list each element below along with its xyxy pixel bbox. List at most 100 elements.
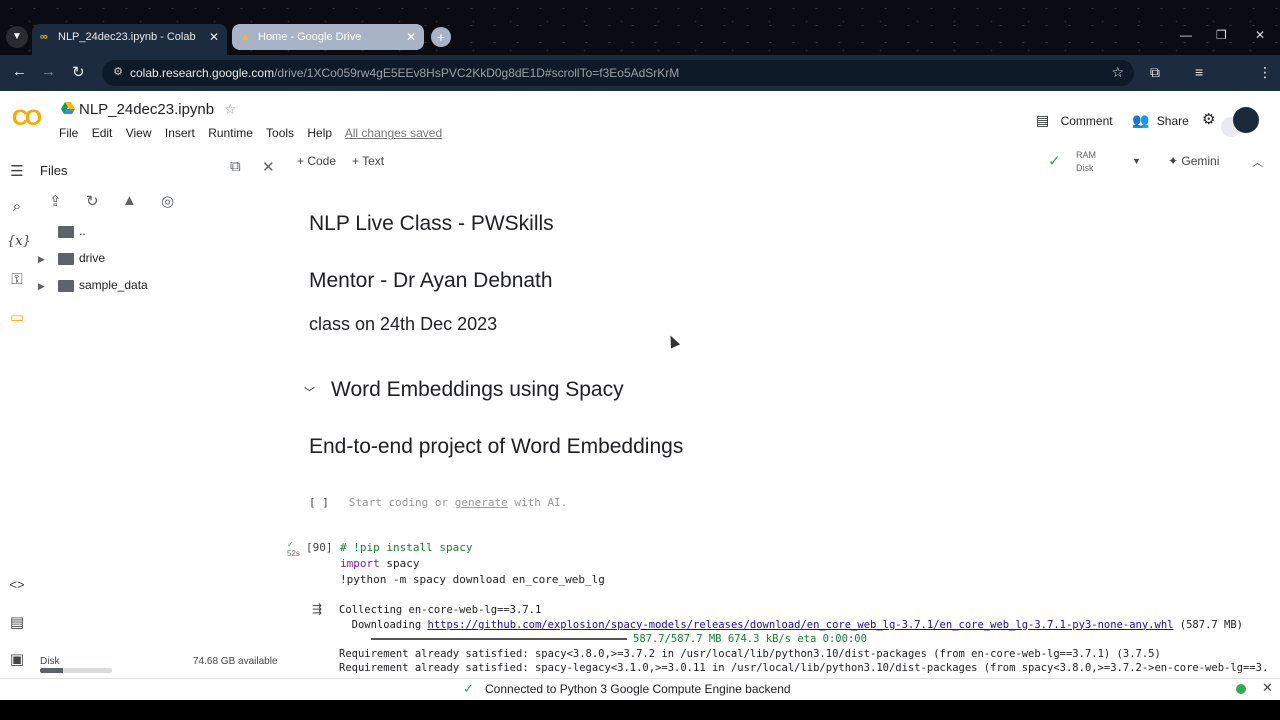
- folder-icon: [58, 279, 74, 292]
- mount-drive-icon[interactable]: ▲: [122, 192, 137, 209]
- menu-runtime[interactable]: Runtime: [208, 126, 253, 140]
- code-keyword: import: [340, 557, 380, 570]
- output-line: Requirement already satisfied: spacy<3.8…: [339, 647, 1161, 660]
- settings-gear-icon[interactable]: ⚙: [1202, 110, 1215, 128]
- comment-button[interactable]: ▤ Comment: [1036, 112, 1113, 129]
- close-status-icon[interactable]: ✕: [1262, 680, 1273, 696]
- comment-icon: ▤: [1036, 112, 1050, 128]
- cell-placeholder-prefix: Start coding or: [348, 496, 455, 509]
- gemini-label: Gemini: [1181, 154, 1220, 168]
- google-drive-icon: [61, 102, 75, 114]
- share-label: Share: [1156, 114, 1189, 128]
- extensions-icon[interactable]: ⧉: [1150, 64, 1160, 81]
- download-link[interactable]: https://github.com/explosion/spacy-model…: [428, 619, 1174, 631]
- screen: ▼ ∞ NLP_24dec23.ipynb - Colab ✕ ▲ Home -…: [0, 0, 1280, 720]
- exec-time: 52s: [287, 549, 300, 558]
- share-button[interactable]: 👥 Share: [1132, 112, 1189, 129]
- output-line: (587.7 MB): [1173, 618, 1244, 631]
- runtime-dropdown-icon[interactable]: ▼: [1132, 156, 1141, 166]
- browser-toolbar: ← → ↻ ⚙ colab.research.google.com/drive/…: [0, 55, 1280, 137]
- bookmark-star-icon[interactable]: ☆: [1111, 64, 1124, 81]
- terminal-icon[interactable]: ▣: [7, 650, 27, 670]
- execution-count[interactable]: [90]: [306, 541, 333, 554]
- section-collapse-chevron-icon[interactable]: ﹀: [304, 384, 315, 400]
- minimize-icon[interactable]: —: [1180, 28, 1192, 42]
- site-info-icon[interactable]: ⚙: [110, 65, 126, 81]
- menu-view[interactable]: View: [126, 126, 152, 140]
- command-palette-icon[interactable]: ▤: [7, 613, 27, 633]
- heading-class-title: NLP Live Class - PWSkills: [309, 212, 554, 235]
- status-text: Connected to Python 3 Google Compute Eng…: [485, 682, 791, 696]
- menu-edit[interactable]: Edit: [92, 126, 113, 140]
- close-tab-icon[interactable]: ✕: [406, 24, 416, 50]
- screen-bottom-border: [0, 700, 1280, 720]
- refresh-icon[interactable]: ↻: [86, 192, 99, 210]
- file-item-sample-data[interactable]: ▶ sample_data: [38, 278, 148, 292]
- status-check-icon: ✓: [463, 681, 474, 696]
- expand-arrow-icon[interactable]: ▶: [38, 254, 58, 265]
- table-of-contents-icon[interactable]: ☰: [7, 162, 27, 182]
- new-tab-button[interactable]: +: [431, 27, 451, 47]
- star-notebook-icon[interactable]: ☆: [224, 101, 237, 118]
- file-item-parent[interactable]: ..: [58, 224, 86, 238]
- expand-arrow-icon[interactable]: ▶: [38, 281, 58, 292]
- cell-output: Collecting en-core-web-lg==3.7.1 Downloa…: [339, 603, 1269, 676]
- heading-project: End-to-end project of Word Embeddings: [309, 435, 684, 458]
- code-text: !python -m spacy download en_core_web_lg: [340, 573, 605, 586]
- code-snippets-icon[interactable]: <>: [7, 577, 27, 597]
- colab-tab-icon: ∞: [40, 31, 48, 43]
- close-tab-icon[interactable]: ✕: [209, 24, 219, 50]
- media-control-icon[interactable]: ≡: [1195, 64, 1203, 80]
- ram-label: RAM: [1076, 150, 1096, 160]
- empty-code-cell[interactable]: [ ] Start coding or generate with AI.: [309, 496, 567, 509]
- variables-icon[interactable]: {x}: [7, 234, 31, 254]
- generate-link[interactable]: generate: [455, 496, 508, 509]
- tab-colab[interactable]: ∞ NLP_24dec23.ipynb - Colab ✕: [32, 24, 227, 55]
- execution-status: ✓ 52s: [287, 540, 300, 558]
- hide-files-icon[interactable]: ◎: [161, 192, 174, 210]
- code-cell[interactable]: # !pip install spacy import spacy !pytho…: [340, 540, 605, 588]
- tab-google-drive[interactable]: ▲ Home - Google Drive ✕: [232, 24, 424, 50]
- tab-search-menu-icon[interactable]: ▼: [6, 26, 28, 48]
- ram-disk-indicator[interactable]: RAM Disk: [1076, 149, 1096, 175]
- cell-run-bracket[interactable]: [ ]: [309, 496, 329, 509]
- add-text-button[interactable]: + Text: [352, 154, 384, 168]
- output-actions-icon[interactable]: ⇶: [312, 602, 322, 616]
- notebook-title[interactable]: NLP_24dec23.ipynb: [79, 101, 214, 118]
- disk-available: 74.68 GB available: [193, 656, 278, 667]
- menu-file[interactable]: File: [59, 126, 78, 140]
- user-avatar[interactable]: [1233, 107, 1259, 133]
- output-line: Downloading: [339, 618, 428, 631]
- upload-file-icon[interactable]: ⇪: [49, 192, 62, 210]
- file-item-label: ..: [79, 224, 86, 238]
- close-window-icon[interactable]: ✕: [1255, 28, 1265, 42]
- reload-icon[interactable]: ↻: [72, 63, 85, 81]
- menu-help[interactable]: Help: [307, 126, 332, 140]
- add-code-button[interactable]: + Code: [297, 154, 336, 168]
- heading-mentor: Mentor - Dr Ayan Debnath: [309, 269, 553, 292]
- search-icon[interactable]: ⌕: [7, 198, 27, 218]
- section-title[interactable]: Word Embeddings using Spacy: [331, 378, 624, 402]
- code-text: spacy: [379, 557, 420, 570]
- restore-icon[interactable]: ❐: [1216, 28, 1227, 42]
- open-in-tab-icon[interactable]: ⧉: [230, 158, 241, 175]
- browser-menu-icon[interactable]: ⋮: [1258, 64, 1272, 81]
- gemini-button[interactable]: ✦ Gemini: [1168, 154, 1219, 168]
- collapse-header-icon[interactable]: ︿: [1252, 154, 1263, 170]
- browser-tab-bar: ▼ ∞ NLP_24dec23.ipynb - Colab ✕ ▲ Home -…: [0, 0, 1280, 55]
- secrets-key-icon[interactable]: ⚿: [7, 271, 27, 291]
- file-item-drive[interactable]: ▶ drive: [38, 251, 105, 265]
- colab-logo[interactable]: CO: [12, 107, 48, 129]
- disk-label: Disk: [40, 656, 60, 667]
- menu-tools[interactable]: Tools: [266, 126, 294, 140]
- close-pane-icon[interactable]: ✕: [262, 158, 275, 176]
- save-status[interactable]: All changes saved: [345, 126, 442, 140]
- drive-tab-icon: ▲: [240, 31, 251, 43]
- menu-bar: File Edit View Insert Runtime Tools Help…: [59, 126, 452, 140]
- forward-icon[interactable]: →: [41, 63, 56, 80]
- output-line: Requirement already satisfied: spacy-leg…: [339, 662, 1269, 674]
- menu-insert[interactable]: Insert: [165, 126, 195, 140]
- address-bar[interactable]: ⚙ colab.research.google.com/drive/1XCo05…: [102, 60, 1134, 86]
- back-icon[interactable]: ←: [12, 63, 27, 80]
- files-folder-icon[interactable]: ▭: [7, 308, 27, 328]
